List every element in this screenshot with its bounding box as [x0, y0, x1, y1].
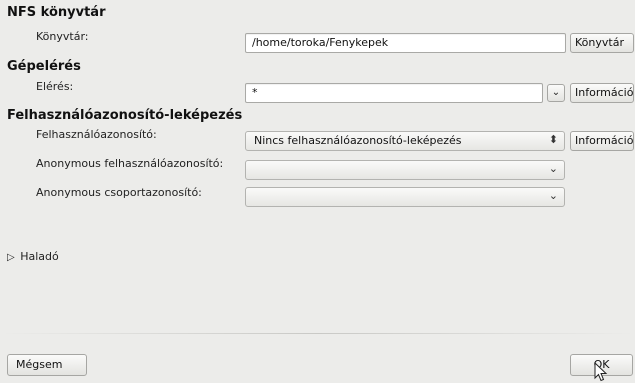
access-input[interactable]: *: [245, 83, 543, 103]
anon-gid-label: Anonymous csoportazonosító:: [36, 186, 202, 199]
triangle-right-icon: ▷: [7, 252, 15, 263]
uid-mapping-value: Nincs felhasználóazonosító-leképezés: [254, 134, 462, 147]
chevron-down-icon: ⌄: [551, 87, 561, 98]
access-label: Elérés:: [36, 80, 74, 93]
cancel-button[interactable]: Mégsem: [7, 354, 87, 376]
footer-divider: [0, 333, 635, 334]
access-dropdown-button[interactable]: ⌄: [547, 84, 565, 102]
up-down-icon: ⬍: [548, 133, 558, 146]
uid-info-button[interactable]: Információ: [570, 131, 634, 151]
section-access-title: Gépelérés: [7, 59, 81, 74]
anon-gid-select[interactable]: ⌄: [245, 187, 565, 207]
uid-mapping-select[interactable]: Nincs felhasználóazonosító-leképezés ⬍: [245, 131, 565, 151]
chevron-down-icon: ⌄: [548, 162, 558, 175]
anon-uid-label: Anonymous felhasználóazonosító:: [36, 157, 224, 170]
mouse-pointer-icon: [594, 362, 608, 382]
browse-directory-button[interactable]: Könyvtár: [570, 33, 634, 53]
uid-label: Felhasználóazonosító:: [36, 128, 157, 141]
advanced-expander[interactable]: ▷ Haladó: [7, 250, 59, 263]
access-info-button[interactable]: Információ: [570, 83, 634, 103]
advanced-label: Haladó: [20, 250, 59, 263]
section-mapping-title: Felhasználóazonosító-leképezés: [7, 108, 243, 123]
chevron-down-icon: ⌄: [548, 189, 558, 202]
anon-uid-select[interactable]: ⌄: [245, 160, 565, 180]
directory-input[interactable]: /home/toroka/Fenykepek: [245, 33, 566, 53]
section-nfs-title: NFS könyvtár: [7, 5, 106, 20]
directory-label: Könyvtár:: [36, 30, 89, 43]
